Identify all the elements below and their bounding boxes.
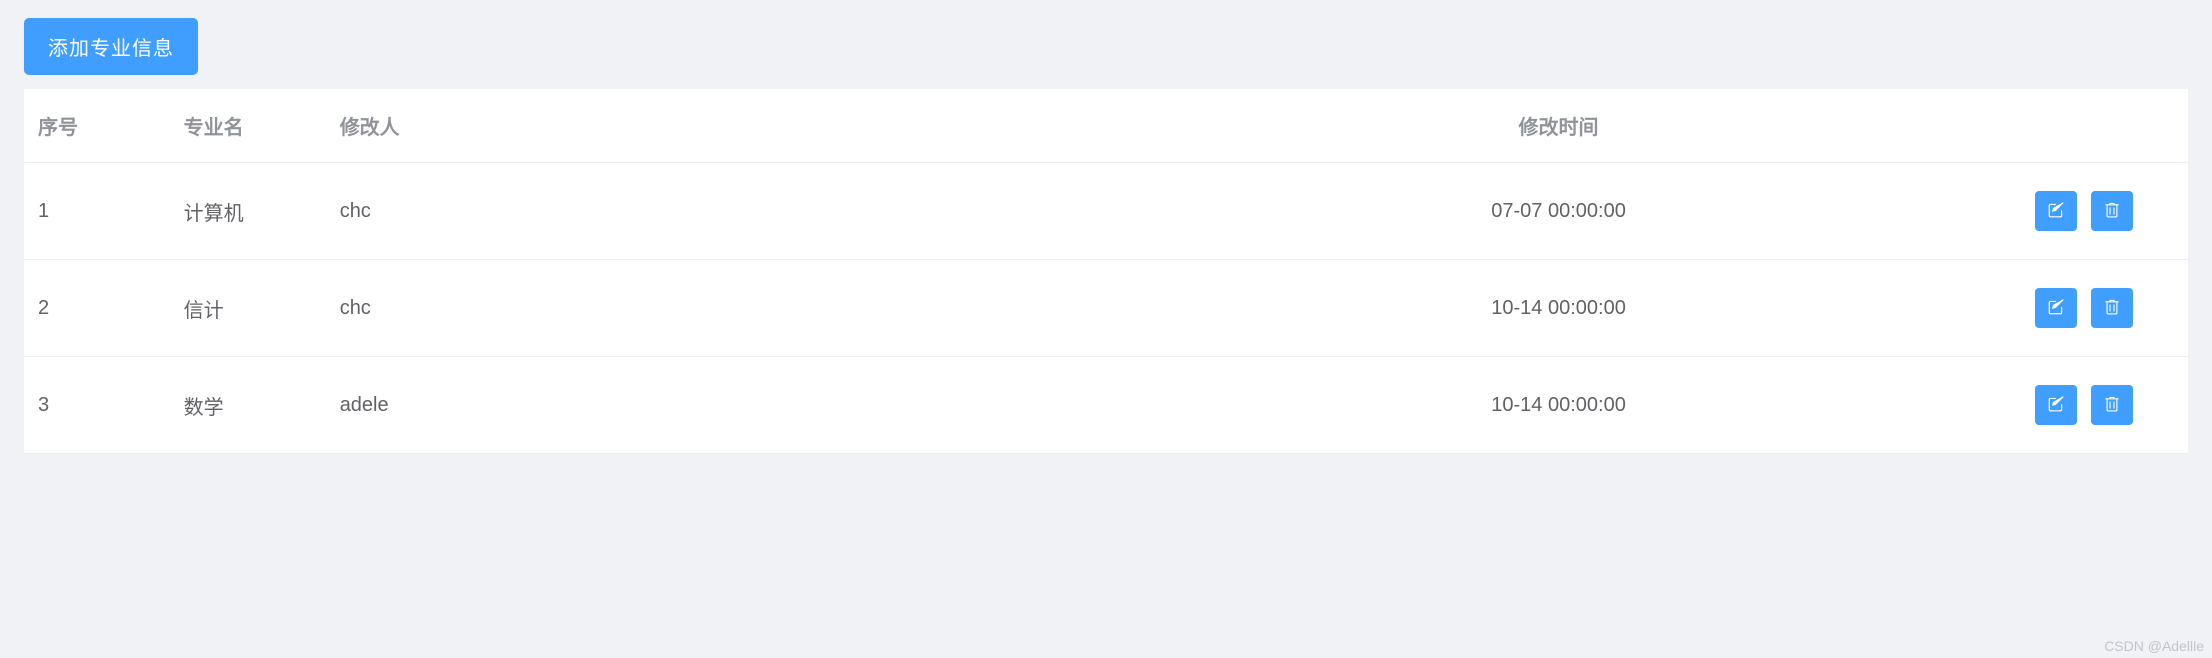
col-header-modifier: 修改人 [326, 89, 1138, 163]
cell-time: 10-14 00:00:00 [1137, 260, 1980, 357]
edit-icon [2047, 395, 2065, 416]
cell-ops [1980, 260, 2188, 357]
delete-icon [2103, 395, 2121, 416]
delete-icon [2103, 201, 2121, 222]
majors-table: 序号 专业名 修改人 修改时间 1 计算机 chc 07-07 00:00:00 [24, 89, 2188, 454]
cell-name: 计算机 [170, 163, 326, 260]
page-container: 添加专业信息 序号 专业名 修改人 修改时间 1 计算机 chc 07-07 0… [4, 4, 2208, 454]
cell-ops [1980, 357, 2188, 454]
cell-name: 信计 [170, 260, 326, 357]
table-header: 序号 专业名 修改人 修改时间 [24, 89, 2188, 163]
edit-button[interactable] [2035, 385, 2077, 425]
cell-ops [1980, 163, 2188, 260]
toolbar: 添加专业信息 [4, 4, 2208, 89]
edit-icon [2047, 201, 2065, 222]
table-card: 序号 专业名 修改人 修改时间 1 计算机 chc 07-07 00:00:00 [24, 89, 2188, 454]
cell-index: 3 [24, 357, 170, 454]
table-row: 2 信计 chc 10-14 00:00:00 [24, 260, 2188, 357]
cell-index: 1 [24, 163, 170, 260]
delete-button[interactable] [2091, 191, 2133, 231]
cell-name: 数学 [170, 357, 326, 454]
cell-time: 10-14 00:00:00 [1137, 357, 1980, 454]
edit-button[interactable] [2035, 191, 2077, 231]
col-header-time: 修改时间 [1137, 89, 1980, 163]
edit-icon [2047, 298, 2065, 319]
cell-modifier: chc [326, 260, 1138, 357]
col-header-name: 专业名 [170, 89, 326, 163]
watermark-text: CSDN @Adellle [2104, 638, 2204, 654]
table-row: 3 数学 adele 10-14 00:00:00 [24, 357, 2188, 454]
col-header-index: 序号 [24, 89, 170, 163]
delete-button[interactable] [2091, 385, 2133, 425]
cell-index: 2 [24, 260, 170, 357]
page-left-accent [0, 0, 4, 658]
cell-modifier: chc [326, 163, 1138, 260]
cell-modifier: adele [326, 357, 1138, 454]
cell-time: 07-07 00:00:00 [1137, 163, 1980, 260]
edit-button[interactable] [2035, 288, 2077, 328]
delete-icon [2103, 298, 2121, 319]
delete-button[interactable] [2091, 288, 2133, 328]
table-body: 1 计算机 chc 07-07 00:00:00 2 信计 chc 10-14 … [24, 163, 2188, 454]
col-header-ops [1980, 89, 2188, 163]
add-major-button[interactable]: 添加专业信息 [24, 18, 198, 75]
table-row: 1 计算机 chc 07-07 00:00:00 [24, 163, 2188, 260]
